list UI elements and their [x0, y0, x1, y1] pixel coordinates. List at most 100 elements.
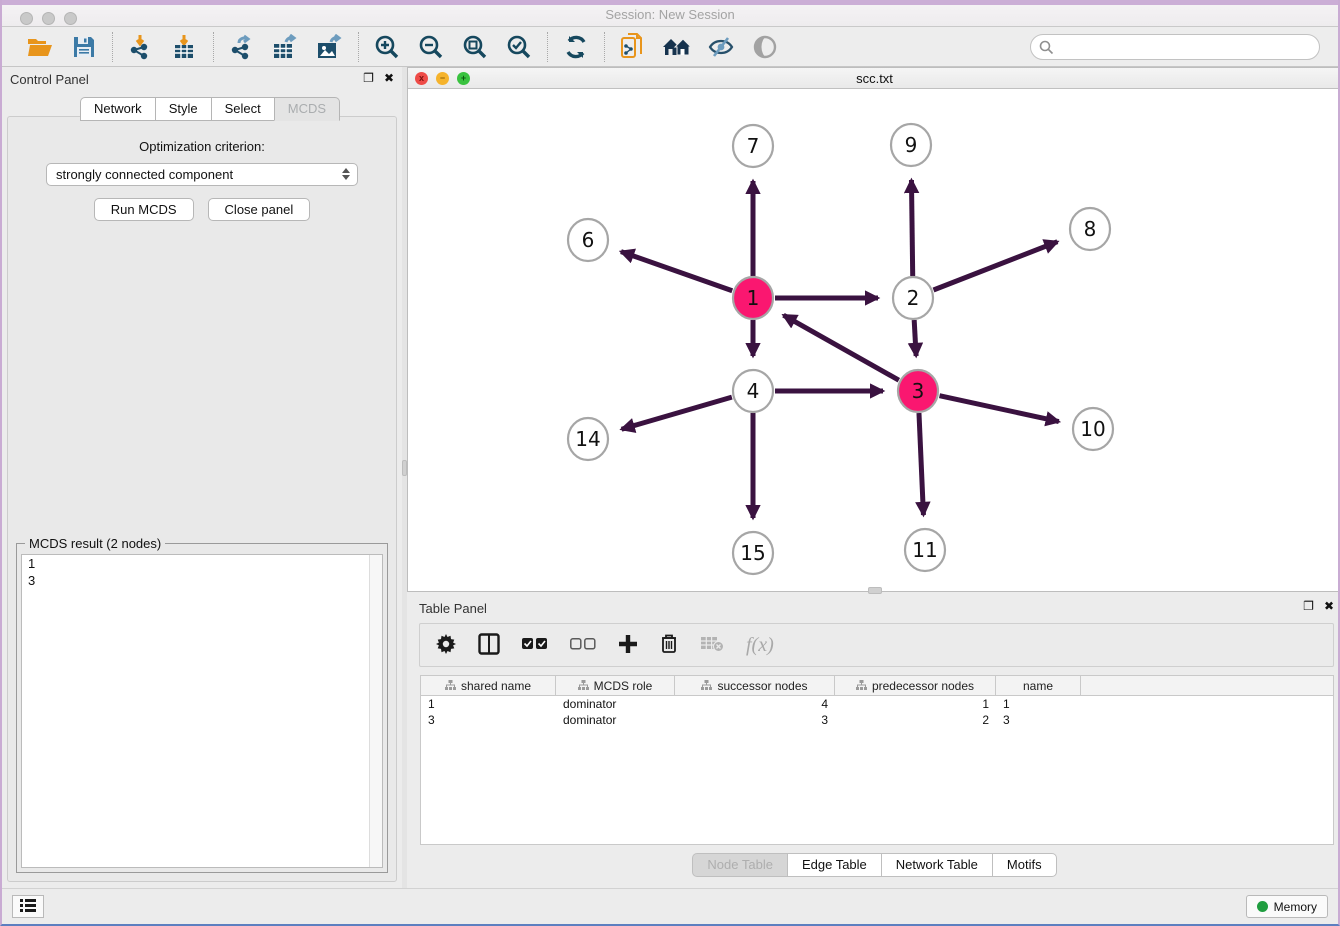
canvas-grip[interactable] — [868, 587, 882, 594]
column-header-successor-nodes[interactable]: successor nodes — [675, 676, 835, 695]
home-icon — [662, 36, 692, 58]
node-table: shared name MCDS role successor nodes pr… — [420, 675, 1334, 845]
select-all-button[interactable] — [522, 638, 548, 653]
cell-mcds-role[interactable]: dominator — [556, 712, 675, 728]
open-session-button[interactable] — [25, 32, 55, 62]
zoom-fit-button[interactable] — [460, 32, 490, 62]
zoom-fit-icon — [462, 34, 488, 60]
edge-1-6[interactable] — [621, 252, 732, 291]
network-overview-button[interactable] — [662, 32, 692, 62]
tab-mcds[interactable]: MCDS — [274, 97, 340, 121]
import-network-icon — [128, 34, 154, 60]
edge-3-1[interactable] — [783, 315, 898, 380]
style-preview-button[interactable] — [706, 32, 736, 62]
checked-boxes-icon — [522, 638, 548, 653]
export-table-icon — [273, 34, 299, 60]
graph-node-label: 1 — [747, 286, 760, 310]
close-panel-icon[interactable]: ✖ — [384, 72, 394, 84]
table-panel: Table Panel ❐ ✖ — [407, 595, 1340, 890]
zoom-in-button[interactable] — [372, 32, 402, 62]
column-header-predecessor-nodes[interactable]: predecessor nodes — [835, 676, 996, 695]
mcds-result-list[interactable]: 1 3 — [21, 554, 383, 868]
cell-predecessor-nodes[interactable]: 1 — [835, 696, 996, 712]
optimization-criterion-label: Optimization criterion: — [8, 139, 396, 154]
control-panel-title: Control Panel — [10, 72, 89, 87]
cell-predecessor-nodes[interactable]: 2 — [835, 712, 996, 728]
trash-icon — [660, 633, 678, 657]
table-header-row: shared name MCDS role successor nodes pr… — [421, 676, 1333, 696]
tab-network-table[interactable]: Network Table — [881, 853, 992, 877]
close-panel-button[interactable]: Close panel — [208, 198, 311, 221]
import-table-icon — [173, 34, 197, 60]
unchecked-boxes-icon — [570, 638, 596, 653]
cell-name[interactable]: 3 — [996, 712, 1081, 728]
table-panel-tabs: Node Table Edge Table Network Table Moti… — [407, 853, 1340, 877]
table-settings-button[interactable] — [436, 634, 456, 657]
zoom-selected-button[interactable] — [504, 32, 534, 62]
edge-2-8[interactable] — [933, 242, 1057, 290]
table-row[interactable]: 3 dominator 3 2 3 — [421, 712, 1333, 728]
delete-column-button[interactable] — [660, 633, 678, 657]
run-mcds-button[interactable]: Run MCDS — [94, 198, 194, 221]
tab-node-table[interactable]: Node Table — [692, 853, 787, 877]
import-table-button[interactable] — [170, 32, 200, 62]
network-window-titlebar[interactable]: x − + scc.txt — [408, 68, 1340, 89]
float-panel-icon[interactable]: ❐ — [363, 72, 374, 84]
cell-shared-name[interactable]: 1 — [421, 696, 556, 712]
tab-select[interactable]: Select — [211, 97, 274, 121]
refresh-layout-button[interactable] — [561, 32, 591, 62]
result-scrollbar[interactable] — [369, 555, 382, 867]
cell-successor-nodes[interactable]: 3 — [675, 712, 835, 728]
mcds-result-item[interactable]: 3 — [22, 572, 382, 589]
criterion-select[interactable]: strongly connected component — [46, 163, 358, 186]
deselect-all-button[interactable] — [570, 638, 596, 653]
memory-button[interactable]: Memory — [1246, 895, 1328, 918]
import-network-button[interactable] — [126, 32, 156, 62]
column-header-mcds-role[interactable]: MCDS role — [556, 676, 675, 695]
cell-mcds-role[interactable]: dominator — [556, 696, 675, 712]
export-image-button[interactable] — [315, 32, 345, 62]
edge-2-9[interactable] — [911, 180, 912, 276]
application-window: Session: New Session — [0, 0, 1340, 926]
export-table-button[interactable] — [271, 32, 301, 62]
gear-icon — [436, 634, 456, 657]
add-column-button[interactable] — [618, 634, 638, 657]
visibility-button[interactable] — [750, 32, 780, 62]
cell-shared-name[interactable]: 3 — [421, 712, 556, 728]
tab-motifs[interactable]: Motifs — [992, 853, 1057, 877]
network-graph[interactable]: 7968124314101511 — [408, 89, 1340, 591]
cell-name[interactable]: 1 — [996, 696, 1081, 712]
clone-network-button[interactable] — [618, 32, 648, 62]
column-header-shared-name[interactable]: shared name — [421, 676, 556, 695]
save-session-button[interactable] — [69, 32, 99, 62]
delete-table-button — [700, 636, 724, 655]
graph-node-label: 2 — [907, 286, 920, 310]
control-panel: Control Panel ❐ ✖ Network Style Select M… — [2, 67, 402, 890]
control-panel-tabs: Network Style Select MCDS — [80, 97, 340, 121]
tab-style[interactable]: Style — [155, 97, 211, 121]
float-table-panel-icon[interactable]: ❐ — [1303, 600, 1314, 612]
network-canvas[interactable]: 7968124314101511 — [408, 89, 1340, 591]
mcds-result-item[interactable]: 1 — [22, 555, 382, 572]
table-panel-title: Table Panel — [419, 601, 487, 616]
zoom-out-button[interactable] — [416, 32, 446, 62]
edge-3-10[interactable] — [939, 396, 1058, 422]
edge-4-14[interactable] — [622, 397, 732, 429]
export-network-button[interactable] — [227, 32, 257, 62]
close-table-panel-icon[interactable]: ✖ — [1324, 600, 1334, 612]
task-history-button[interactable] — [12, 895, 44, 918]
graph-node-label: 7 — [747, 134, 760, 158]
tab-network[interactable]: Network — [80, 97, 155, 121]
cell-successor-nodes[interactable]: 4 — [675, 696, 835, 712]
hierarchy-icon — [856, 680, 867, 691]
edge-2-3[interactable] — [914, 320, 916, 356]
edge-3-11[interactable] — [919, 413, 923, 515]
tab-edge-table[interactable]: Edge Table — [787, 853, 881, 877]
column-header-name[interactable]: name — [996, 676, 1081, 695]
export-image-icon — [317, 34, 343, 60]
export-network-icon — [229, 34, 255, 60]
graph-node-label: 3 — [912, 379, 925, 403]
table-row[interactable]: 1 dominator 4 1 1 — [421, 696, 1333, 712]
search-input[interactable] — [1030, 34, 1320, 60]
show-columns-button[interactable] — [478, 633, 500, 658]
